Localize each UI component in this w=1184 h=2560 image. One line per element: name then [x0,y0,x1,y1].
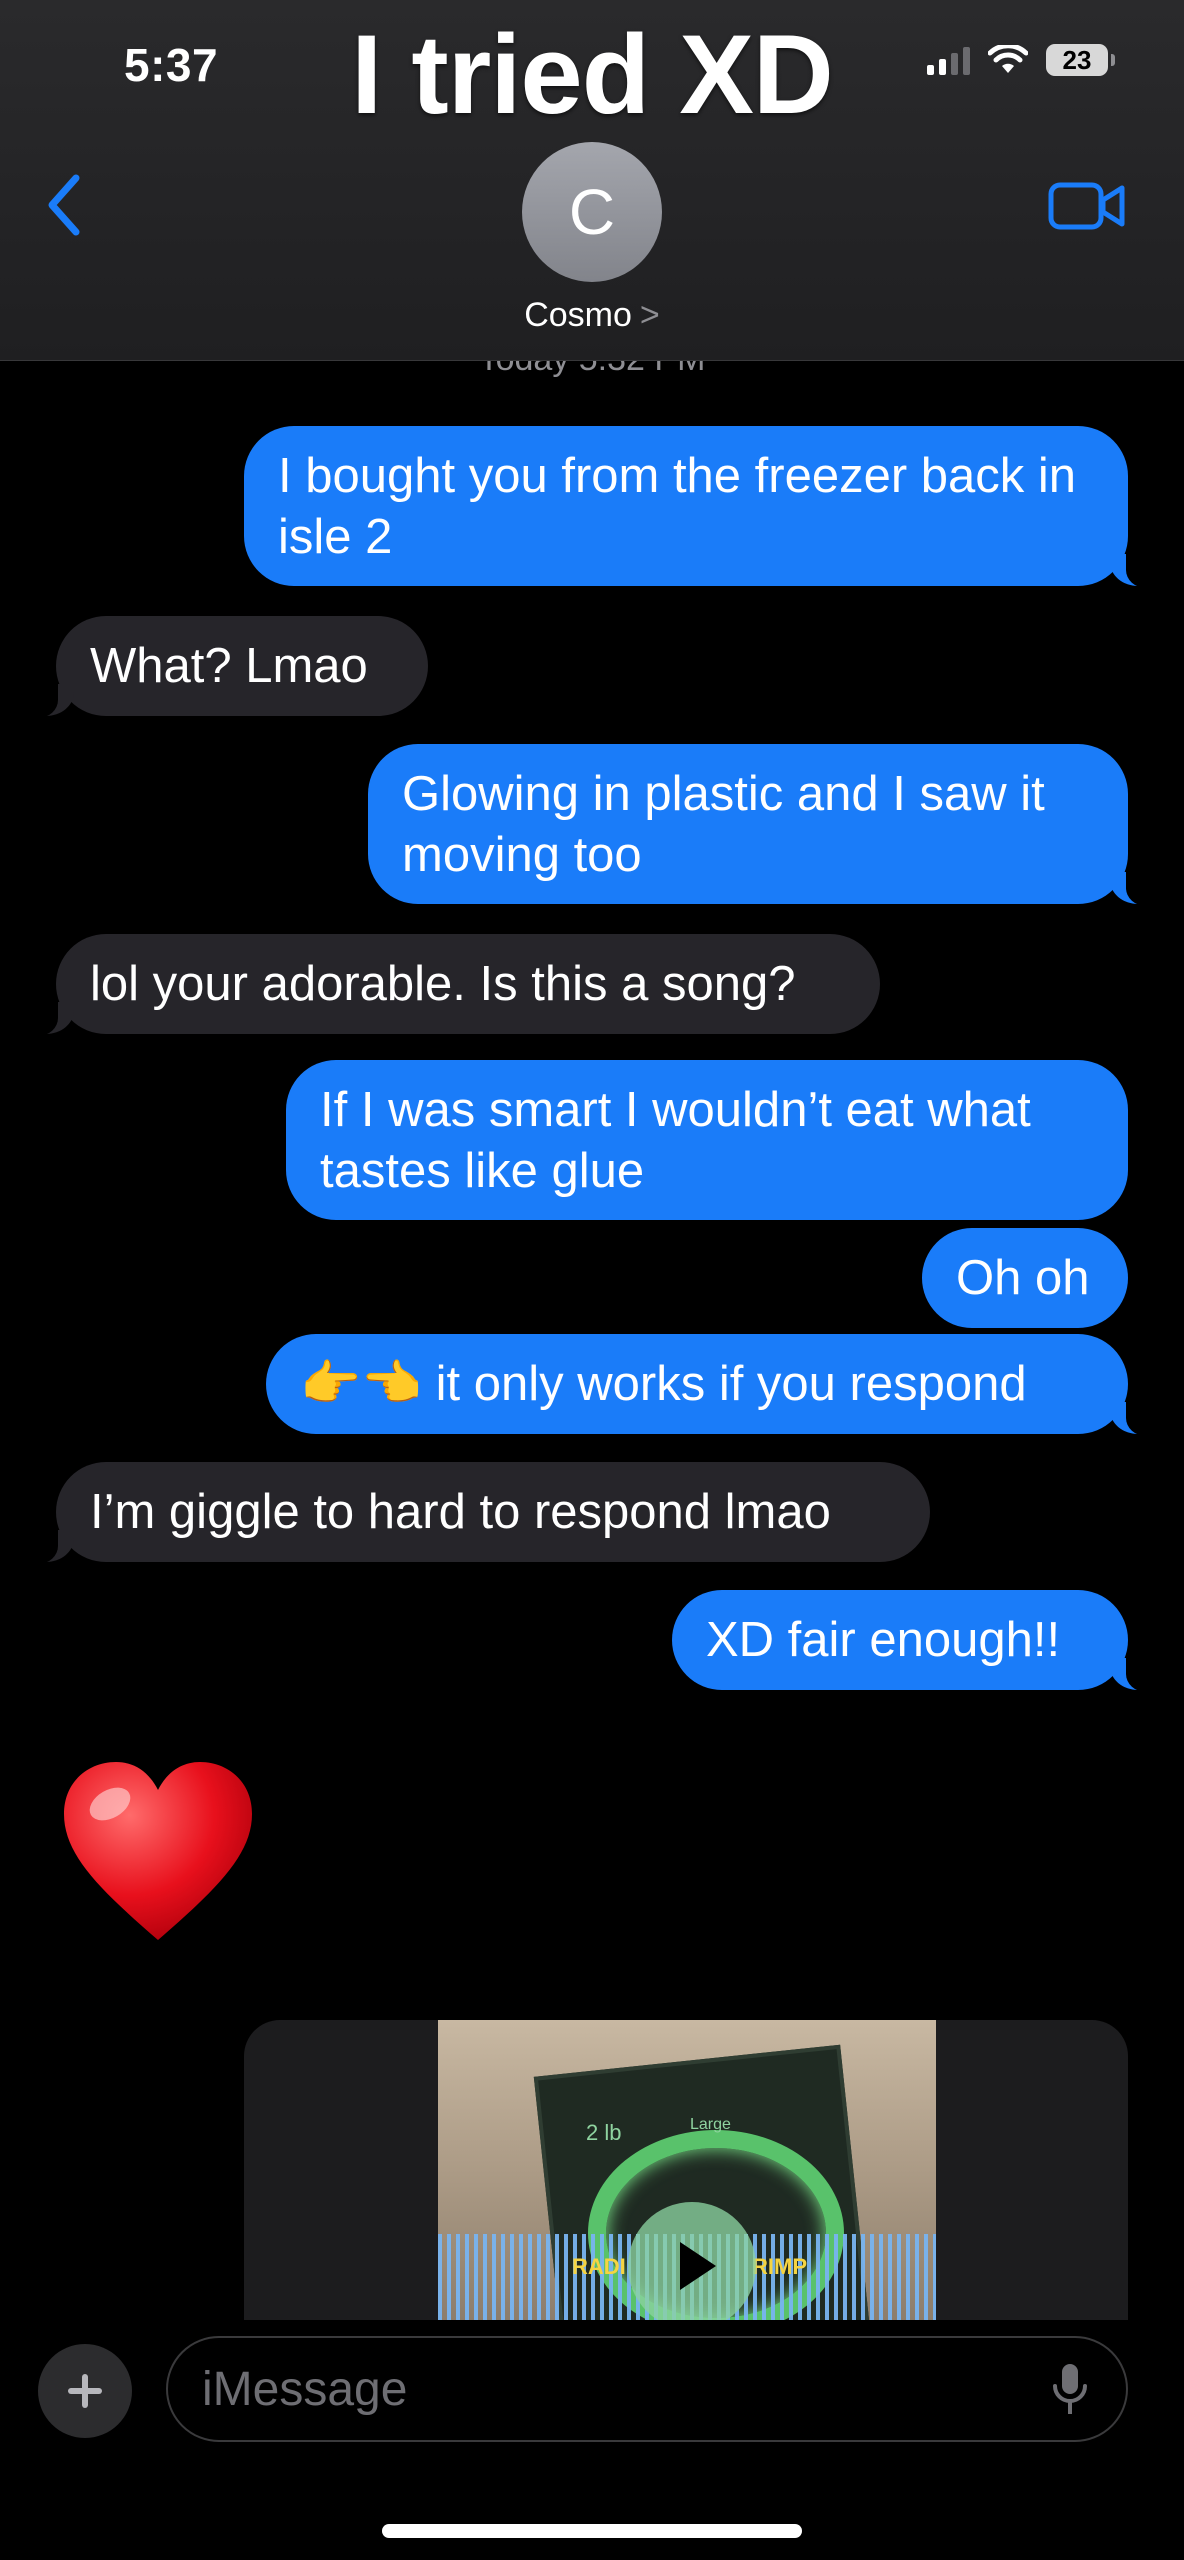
message-bubble-sent[interactable]: If I was smart I wouldn’t eat what taste… [286,1060,1128,1220]
microphone-icon[interactable] [1050,2360,1090,2420]
overlay-caption: I tried XD [351,12,834,137]
message-bubble-received[interactable]: lol your adorable. Is this a song? [32,934,880,1036]
message-bubble-received[interactable]: I’m giggle to hard to respond lmao [32,1462,930,1564]
message-bubble-sent[interactable]: XD fair enough!! [672,1590,1152,1692]
contact-name: Cosmo [524,296,632,334]
contact-avatar[interactable]: C [522,142,662,282]
video-call-icon[interactable] [1048,180,1126,232]
message-bubble-sent[interactable]: I bought you from the freezer back in is… [244,426,1152,588]
message-bubble-sent[interactable]: 👉👈 it only works if you respond [266,1334,1152,1436]
back-chevron-icon[interactable] [40,170,90,240]
thumb-text: 2 lb [586,2120,622,2145]
home-indicator[interactable] [382,2524,802,2538]
heart-emoji-icon[interactable] [58,1758,258,1948]
play-button[interactable] [628,2202,756,2320]
contact-chevron-icon: > [639,296,660,334]
thumb-text: Large [690,2116,731,2133]
video-thumbnail: 2 lb Large RADI RIMP [438,2020,936,2320]
message-bubble-received[interactable]: What? Lmao [32,616,428,718]
video-attachment[interactable]: 2 lb Large RADI RIMP [244,2020,1128,2320]
thumb-caption: RADI [572,2254,626,2279]
message-input[interactable] [166,2336,1128,2442]
contact-name-button[interactable]: Cosmo > [0,296,1184,335]
thumb-caption: RIMP [752,2254,807,2279]
plus-button[interactable] [38,2344,132,2438]
message-bubble-sent[interactable]: Oh oh [922,1228,1128,1328]
message-bubble-sent[interactable]: Glowing in plastic and I saw it moving t… [368,744,1152,906]
